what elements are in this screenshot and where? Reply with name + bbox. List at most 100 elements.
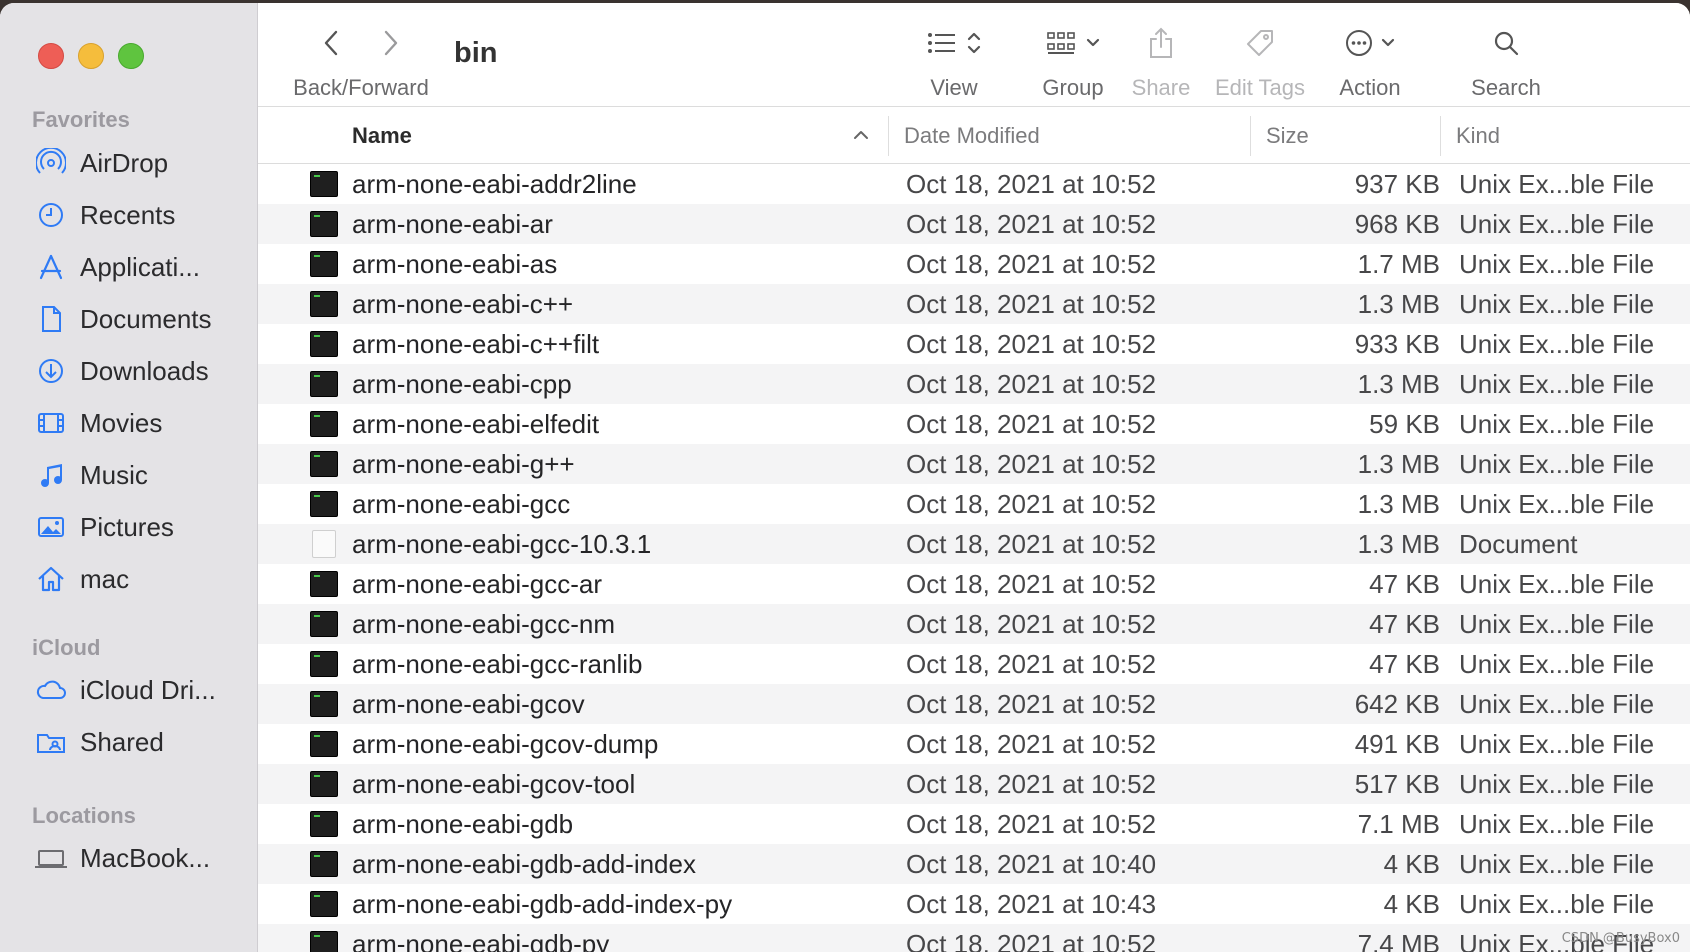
file-kind: Unix Ex...ble File xyxy=(1459,808,1655,839)
file-row[interactable]: arm-none-eabi-addr2line Oct 18, 2021 at 1… xyxy=(258,164,1690,204)
file-date-modified: Oct 18, 2021 at 10:52 xyxy=(906,488,1157,519)
file-kind: Unix Ex...ble File xyxy=(1459,328,1655,359)
tag-icon xyxy=(1245,28,1275,63)
file-row[interactable]: arm-none-eabi-gcc Oct 18, 2021 at 10:52 1.… xyxy=(258,484,1690,524)
file-name: arm-none-eabi-gdb-add-index-py xyxy=(352,888,733,919)
file-kind: Unix Ex...ble File xyxy=(1459,488,1655,519)
sidebar-item-mac[interactable]: mac xyxy=(34,557,129,601)
file-row[interactable]: arm-none-eabi-g++ Oct 18, 2021 at 10:52 1.… xyxy=(258,444,1690,484)
action-button[interactable]: Action xyxy=(1330,21,1410,101)
sidebar-item-applications[interactable]: Applicati... xyxy=(34,245,200,289)
action-label: Action xyxy=(1339,75,1401,100)
file-row[interactable]: arm-none-eabi-gcov-tool Oct 18, 2021 at 1… xyxy=(258,764,1690,804)
search-button[interactable]: Search xyxy=(1466,21,1546,101)
sidebar-item-recents[interactable]: Recents xyxy=(34,193,175,237)
chevron-down-icon xyxy=(1381,36,1395,55)
file-row[interactable]: arm-none-eabi-elfedit Oct 18, 2021 at 10:… xyxy=(258,404,1690,444)
close-button[interactable] xyxy=(38,43,64,69)
file-date-modified: Oct 18, 2021 at 10:52 xyxy=(906,688,1157,719)
file-name: arm-none-eabi-gcov xyxy=(352,688,585,719)
file-date-modified: Oct 18, 2021 at 10:52 xyxy=(906,168,1157,199)
file-size: 642 KB xyxy=(1354,688,1440,719)
back-chevron-icon[interactable] xyxy=(320,28,342,63)
column-divider[interactable] xyxy=(1250,116,1251,156)
zoom-button[interactable] xyxy=(118,43,144,69)
toolbar: Back/Forward bin View Group Share Edit T… xyxy=(258,3,1690,107)
unix-executable-icon xyxy=(310,451,338,477)
window-controls xyxy=(38,43,144,69)
sidebar-item-label: Movies xyxy=(80,407,163,438)
column-header-size[interactable]: Size xyxy=(1266,108,1309,164)
file-row[interactable]: arm-none-eabi-gcov Oct 18, 2021 at 10:52 6… xyxy=(258,684,1690,724)
sort-ascending-chevron-icon[interactable] xyxy=(852,126,870,149)
share-button[interactable]: Share xyxy=(1126,21,1196,101)
sidebar-item-label: Recents xyxy=(80,199,176,230)
sidebar-item-label: Pictures xyxy=(80,511,174,542)
up-down-chevron-icon xyxy=(967,30,981,61)
file-row[interactable]: arm-none-eabi-c++filt Oct 18, 2021 at 10:… xyxy=(258,324,1690,364)
file-row[interactable]: arm-none-eabi-gdb Oct 18, 2021 at 10:52 7.… xyxy=(258,804,1690,844)
sidebar-item-documents[interactable]: Documents xyxy=(34,297,212,341)
view-button[interactable]: View xyxy=(914,21,994,101)
sidebar-item-shared[interactable]: Shared xyxy=(34,720,164,764)
file-row[interactable]: arm-none-eabi-as Oct 18, 2021 at 10:52 1.7… xyxy=(258,244,1690,284)
sidebar-item-icloud-drive[interactable]: iCloud Dri... xyxy=(34,668,216,712)
sidebar-item-pictures[interactable]: Pictures xyxy=(34,505,174,549)
column-header-date-modified[interactable]: Date Modified xyxy=(904,108,1040,164)
file-kind: Unix Ex...ble File xyxy=(1459,848,1655,879)
file-row[interactable]: arm-none-eabi-ar Oct 18, 2021 at 10:52 968… xyxy=(258,204,1690,244)
file-row[interactable]: arm-none-eabi-gcc-nm Oct 18, 2021 at 10:5… xyxy=(258,604,1690,644)
file-size: 1.3 MB xyxy=(1357,288,1440,319)
file-name: arm-none-eabi-gcc-nm xyxy=(352,608,615,639)
file-row[interactable]: arm-none-eabi-gcov-dump Oct 18, 2021 at 1… xyxy=(258,724,1690,764)
minimize-button[interactable] xyxy=(78,43,104,69)
file-size: 1.3 MB xyxy=(1357,528,1440,559)
file-size: 517 KB xyxy=(1354,768,1440,799)
file-size: 7.4 MB xyxy=(1357,928,1440,952)
file-row[interactable]: arm-none-eabi-gdb-add-index Oct 18, 2021 … xyxy=(258,844,1690,884)
icloud-header: iCloud xyxy=(32,635,101,660)
music-note-icon xyxy=(34,458,68,492)
unix-executable-icon xyxy=(310,931,338,952)
group-button[interactable]: Group xyxy=(1028,21,1118,101)
column-divider[interactable] xyxy=(1440,116,1441,156)
favorites-header: Favorites xyxy=(32,107,130,132)
sidebar-item-airdrop[interactable]: AirDrop xyxy=(34,141,168,185)
column-header-kind[interactable]: Kind xyxy=(1456,108,1500,164)
file-row[interactable]: arm-none-eabi-gcc-ar Oct 18, 2021 at 10:5… xyxy=(258,564,1690,604)
file-row[interactable]: arm-none-eabi-cpp Oct 18, 2021 at 10:52 1.… xyxy=(258,364,1690,404)
file-date-modified: Oct 18, 2021 at 10:52 xyxy=(906,528,1157,559)
shared-folder-icon xyxy=(34,725,68,759)
edit-tags-button[interactable]: Edit Tags xyxy=(1210,21,1310,101)
laptop-icon xyxy=(34,841,68,875)
file-kind: Unix Ex...ble File xyxy=(1459,248,1655,279)
sidebar-item-music[interactable]: Music xyxy=(34,453,148,497)
file-date-modified: Oct 18, 2021 at 10:52 xyxy=(906,808,1157,839)
document-icon xyxy=(34,302,68,336)
file-name: arm-none-eabi-gdb xyxy=(352,808,574,839)
sidebar-item-movies[interactable]: Movies xyxy=(34,401,162,445)
file-row[interactable]: arm-none-eabi-gcc-10.3.1 Oct 18, 2021 at … xyxy=(258,524,1690,564)
grid-group-icon xyxy=(1046,30,1076,61)
file-kind: Unix Ex...ble File xyxy=(1459,888,1655,919)
file-date-modified: Oct 18, 2021 at 10:52 xyxy=(906,768,1157,799)
file-row[interactable]: arm-none-eabi-c++ Oct 18, 2021 at 10:52 1.… xyxy=(258,284,1690,324)
sidebar-item-downloads[interactable]: Downloads xyxy=(34,349,209,393)
document-file-icon xyxy=(312,530,336,558)
unix-executable-icon xyxy=(310,491,338,517)
locations-header: Locations xyxy=(32,803,136,828)
file-row[interactable]: arm-none-eabi-gdb-py Oct 18, 2021 at 10:5… xyxy=(258,924,1690,952)
clock-icon xyxy=(34,198,68,232)
search-icon xyxy=(1492,29,1520,62)
file-name: arm-none-eabi-gcc-10.3.1 xyxy=(352,528,652,559)
sidebar-item-macbook[interactable]: MacBook... xyxy=(34,836,210,880)
column-header-name[interactable]: Name xyxy=(352,108,412,164)
sidebar-item-label: Applicati... xyxy=(80,251,200,282)
file-size: 7.1 MB xyxy=(1357,808,1440,839)
file-row[interactable]: arm-none-eabi-gcc-ranlib Oct 18, 2021 at … xyxy=(258,644,1690,684)
file-row[interactable]: arm-none-eabi-gdb-add-index-py Oct 18, 20… xyxy=(258,884,1690,924)
column-divider[interactable] xyxy=(888,116,889,156)
forward-chevron-icon[interactable] xyxy=(380,28,402,63)
file-date-modified: Oct 18, 2021 at 10:43 xyxy=(906,888,1157,919)
file-size: 59 KB xyxy=(1369,408,1440,439)
